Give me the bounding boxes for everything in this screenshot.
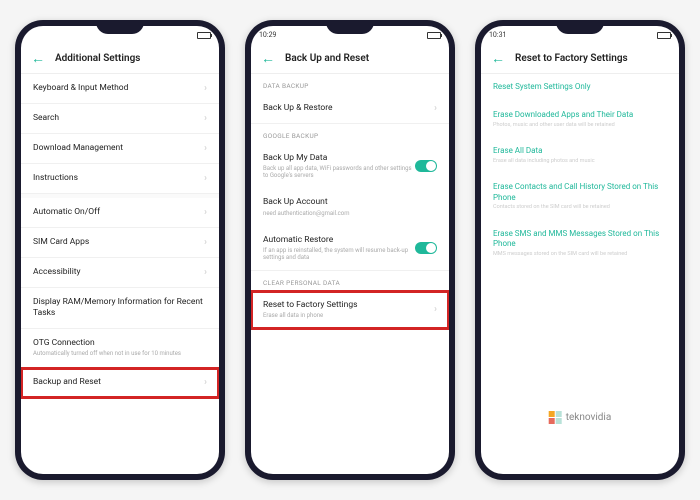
chevron-right-icon: › — [204, 377, 207, 388]
chevron-right-icon: › — [204, 83, 207, 94]
settings-item-accessibility[interactable]: Accessibility › — [21, 258, 219, 288]
section-clear-personal: CLEAR PERSONAL DATA — [251, 271, 449, 291]
chevron-right-icon: › — [204, 267, 207, 278]
settings-item-instructions[interactable]: Instructions › — [21, 164, 219, 194]
chevron-right-icon: › — [204, 173, 207, 184]
status-bar: 10:31 — [481, 26, 679, 44]
settings-item-ram[interactable]: Display RAM/Memory Information for Recen… — [21, 288, 219, 329]
battery-icon — [197, 32, 211, 39]
settings-item-sim[interactable]: SIM Card Apps › — [21, 228, 219, 258]
page-title: Back Up and Reset — [285, 53, 369, 64]
chevron-right-icon: › — [204, 143, 207, 154]
status-time: 10:31 — [489, 31, 506, 39]
settings-item-search[interactable]: Search › — [21, 104, 219, 134]
settings-item-keyboard[interactable]: Keyboard & Input Method › — [21, 74, 219, 104]
item-reset-factory[interactable]: Reset to Factory Settings Erase all data… — [251, 291, 449, 329]
section-google-backup: GOOGLE BACKUP — [251, 124, 449, 144]
back-arrow-icon[interactable]: ← — [491, 50, 505, 67]
settings-item-download[interactable]: Download Management › — [21, 134, 219, 164]
status-bar: 10:29 — [251, 26, 449, 44]
toggle-backup-mydata[interactable] — [415, 160, 437, 172]
header: ← Additional Settings — [21, 44, 219, 74]
phone-mockup-2: 10:29 ← Back Up and Reset DATA BACKUP Ba… — [245, 20, 455, 480]
settings-item-backup-reset[interactable]: Backup and Reset › — [21, 368, 219, 398]
item-backup-account[interactable]: Back Up Account need authentication@gmai… — [251, 188, 449, 225]
item-auto-restore[interactable]: Automatic Restore If an app is reinstall… — [251, 226, 449, 271]
watermark-text: teknovidia — [566, 412, 612, 423]
section-data-backup: DATA BACKUP — [251, 74, 449, 94]
chevron-right-icon: › — [204, 237, 207, 248]
page-title: Reset to Factory Settings — [515, 53, 628, 64]
page-title: Additional Settings — [55, 53, 140, 64]
watermark: teknovidia — [549, 411, 612, 424]
settings-item-otg[interactable]: OTG Connection Automatically turned off … — [21, 329, 219, 367]
back-arrow-icon[interactable]: ← — [261, 50, 275, 67]
chevron-right-icon: › — [204, 207, 207, 218]
phone-mockup-3: 10:31 ← Reset to Factory Settings Reset … — [475, 20, 685, 480]
item-backup-restore[interactable]: Back Up & Restore › — [251, 94, 449, 124]
reset-option-erase-apps[interactable]: Erase Downloaded Apps and Their Data Pho… — [481, 102, 679, 138]
item-backup-mydata[interactable]: Back Up My Data Back up all app data, Wi… — [251, 144, 449, 188]
chevron-right-icon: › — [204, 113, 207, 124]
header: ← Back Up and Reset — [251, 44, 449, 74]
reset-option-erase-contacts[interactable]: Erase Contacts and Call History Stored o… — [481, 174, 679, 220]
header: ← Reset to Factory Settings — [481, 44, 679, 74]
back-arrow-icon[interactable]: ← — [31, 50, 45, 67]
watermark-logo-icon — [549, 411, 562, 424]
battery-icon — [427, 32, 441, 39]
reset-option-erase-all[interactable]: Erase All Data Erase all data including … — [481, 138, 679, 174]
chevron-right-icon: › — [434, 103, 437, 114]
reset-option-system-only[interactable]: Reset System Settings Only — [481, 74, 679, 102]
status-bar — [21, 26, 219, 44]
reset-option-erase-sms[interactable]: Erase SMS and MMS Messages Stored on Thi… — [481, 221, 679, 267]
battery-icon — [657, 32, 671, 39]
status-time: 10:29 — [259, 31, 276, 39]
toggle-auto-restore[interactable] — [415, 242, 437, 254]
settings-item-auto-onoff[interactable]: Automatic On/Off › — [21, 198, 219, 228]
phone-mockup-1: ← Additional Settings Keyboard & Input M… — [15, 20, 225, 480]
chevron-right-icon: › — [434, 304, 437, 315]
